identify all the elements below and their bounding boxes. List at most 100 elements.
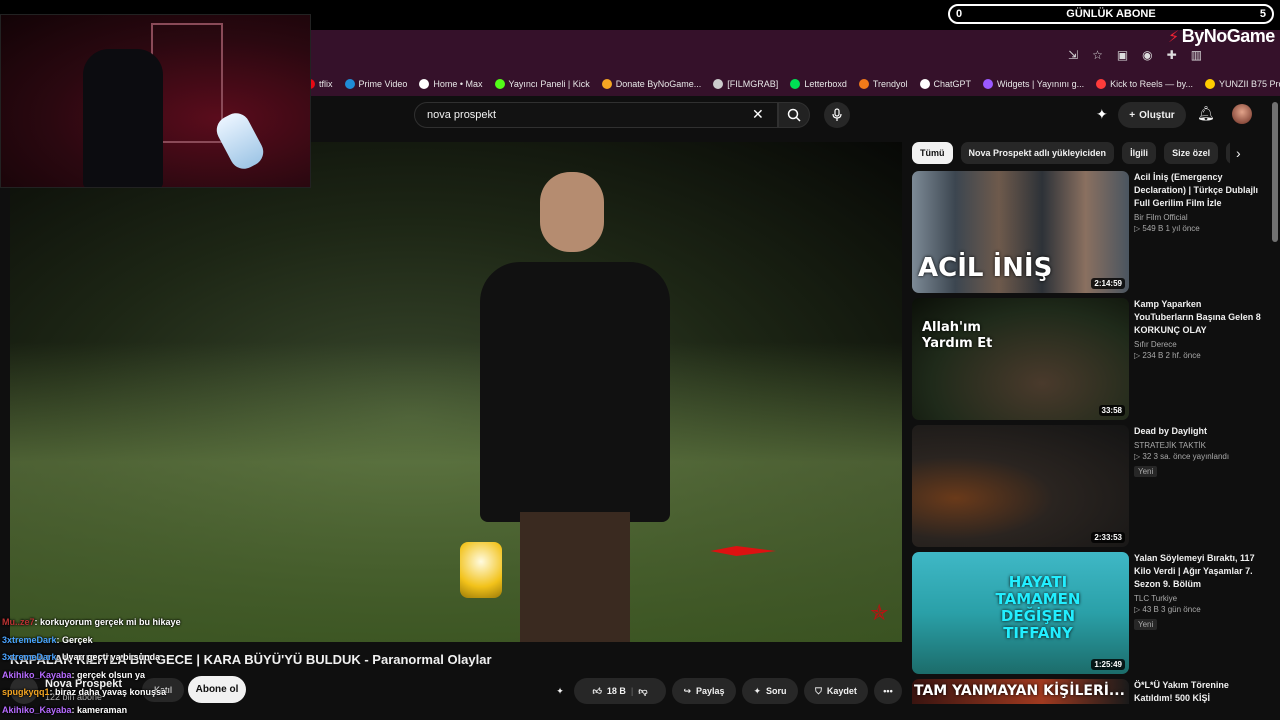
bookmark-item[interactable]: Prime Video xyxy=(344,78,407,89)
recommended-video[interactable]: 2:33:53 Dead by Daylight STRATEJİK TAKTİK ▷… xyxy=(912,425,1268,547)
recommended-video-title[interactable]: Yalan Söylemeyi Bıraktı, 117 Kilo Verdi … xyxy=(1134,552,1262,591)
video-thumbnail[interactable]: TAM YANMAYAN KİŞİLERİ... xyxy=(912,679,1129,704)
extension-icon-2[interactable]: ◉ xyxy=(1142,48,1152,62)
recommended-video-title[interactable]: Dead by Daylight xyxy=(1134,425,1262,438)
bookmark-icon: ⛉ xyxy=(815,685,822,696)
bookmark-favicon-icon xyxy=(790,78,801,89)
duration-badge: 2:14:59 xyxy=(1091,278,1125,289)
video-meta: Acil İniş (Emergency Declaration) | Türk… xyxy=(1134,171,1262,233)
puzzle-icon[interactable]: ✚ xyxy=(1167,48,1177,62)
bookmark-item[interactable]: ChatGPT xyxy=(919,78,972,89)
recommended-video-stats: ▷ 549 B 1 yıl önce xyxy=(1134,224,1200,233)
new-badge: Yeni xyxy=(1134,619,1158,630)
microphone-icon xyxy=(832,108,842,121)
chat-message: Akihiko_Kayaba: gerçek olsun ya xyxy=(2,667,302,685)
extension-star-icon[interactable]: ✦ xyxy=(1096,106,1108,123)
sidebar-icon[interactable]: ▥ xyxy=(1191,48,1202,62)
video-meta: Yalan Söylemeyi Bıraktı, 117 Kilo Verdi … xyxy=(1134,552,1262,632)
video-player[interactable]: ✯ xyxy=(10,142,902,642)
account-avatar[interactable] xyxy=(1232,104,1252,124)
save-button[interactable]: ⛉ Kaydet xyxy=(804,678,868,704)
streamer-webcam xyxy=(0,14,311,188)
recommended-channel-name[interactable]: Sıfır Derece xyxy=(1134,340,1262,349)
bookmark-label: ChatGPT xyxy=(933,78,972,89)
recommended-video-title[interactable]: Kamp Yaparken YouTuberların Başına Gelen… xyxy=(1134,298,1262,337)
sidebar-scrollbar[interactable] xyxy=(1272,102,1278,242)
bookmark-item[interactable]: Home • Max xyxy=(419,78,483,89)
chat-username: Akihiko_Kayaba xyxy=(2,669,72,680)
voice-search-button[interactable] xyxy=(824,102,850,128)
search-input-value: nova prospekt xyxy=(427,109,497,121)
bookmark-favicon-icon xyxy=(419,78,430,89)
filter-chip[interactable]: Tümü xyxy=(912,142,953,164)
bookmark-favicon-icon xyxy=(919,78,930,89)
more-icon: ••• xyxy=(883,686,893,696)
extension-action-icon[interactable]: ✦ xyxy=(548,678,572,704)
chat-text: biraz daha yavaş konuşsa xyxy=(55,687,167,698)
recommended-channel-name[interactable]: Bir Film Official xyxy=(1134,213,1262,222)
video-meta: Dead by Daylight STRATEJİK TAKTİK ▷ 32 3 s… xyxy=(1134,425,1262,479)
bookmark-item[interactable]: Donate ByNoGame... xyxy=(601,78,702,89)
recommended-channel-name[interactable]: STRATEJİK TAKTİK xyxy=(1134,441,1262,450)
bookmark-item[interactable]: Trendyol xyxy=(858,78,908,89)
chevron-right-icon[interactable]: › xyxy=(1236,145,1241,161)
bookmark-item[interactable]: YUNZII B75 Pro Me... xyxy=(1204,78,1280,89)
plus-icon: + xyxy=(1129,109,1136,121)
clear-search-icon[interactable]: ✕ xyxy=(752,106,764,123)
extension-icon[interactable]: ▣ xyxy=(1117,48,1128,62)
share-icon: ↪ xyxy=(683,685,691,696)
video-thumbnail[interactable]: Allah'ım Yardım Et 33:58 xyxy=(912,298,1129,420)
bookmark-item[interactable]: [FILMGRAB] xyxy=(713,78,779,89)
bookmark-favicon-icon xyxy=(494,78,505,89)
share-label: Paylaş xyxy=(696,686,725,696)
ask-button[interactable]: ✦ Soru xyxy=(742,678,798,704)
recommended-video[interactable]: HAYATI TAMAMEN DEĞİŞEN TIFFANY 1:25:49 Yal… xyxy=(912,552,1268,674)
recommended-video[interactable]: Allah'ım Yardım Et 33:58 Kamp Yaparken You… xyxy=(912,298,1268,420)
create-button[interactable]: + Oluştur xyxy=(1118,102,1186,128)
share-button[interactable]: ↪ Paylaş xyxy=(672,678,736,704)
search-input[interactable]: nova prospekt xyxy=(414,102,778,128)
more-actions-button[interactable]: ••• xyxy=(874,678,902,704)
bookmark-label: Donate ByNoGame... xyxy=(615,78,702,89)
create-label: Oluştur xyxy=(1139,109,1175,121)
bookmark-label: YUNZII B75 Pro Me... xyxy=(1218,78,1280,89)
recommended-video-title[interactable]: Acil İniş (Emergency Declaration) | Türk… xyxy=(1134,171,1262,210)
like-dislike-group: 👍︎ 18 B | 👎︎ xyxy=(574,678,666,704)
notifications-bell-icon[interactable]: 🔔︎ xyxy=(1197,105,1215,122)
bookmark-item[interactable]: Widgets | Yayınını g... xyxy=(983,78,1084,89)
bookmark-label: Letterboxd xyxy=(804,78,847,89)
recommended-channel-name[interactable]: TLC Turkiye xyxy=(1134,594,1262,603)
recommended-video[interactable]: TAM YANMAYAN KİŞİLERİ... Ö*L*Ü Yakım Töre… xyxy=(912,679,1268,704)
recommended-video-stats: ▷ 43 B 3 gün önce xyxy=(1134,605,1201,614)
bookmark-star-icon[interactable]: ☆ xyxy=(1092,48,1103,62)
thumbs-down-icon[interactable]: 👎︎ xyxy=(638,686,647,697)
bookmark-item[interactable]: Letterboxd xyxy=(790,78,847,89)
video-thumbnail[interactable]: 2:33:53 xyxy=(912,425,1129,547)
daily-subscriber-counter: 0 GÜNLÜK ABONE 5 xyxy=(948,4,1274,24)
search-button[interactable] xyxy=(778,102,810,128)
video-thumbnail[interactable]: ACİL İNİŞ 2:14:59 xyxy=(912,171,1129,293)
bookmark-item[interactable]: Yayıncı Paneli | Kick xyxy=(494,78,590,89)
chat-username: Mu..ze7 xyxy=(2,617,35,627)
chat-username: spugkyqq1 xyxy=(2,687,50,698)
filter-chip[interactable]: Nova Prospekt adlı yükleyiciden xyxy=(960,142,1115,164)
duration-badge: 33:58 xyxy=(1098,405,1125,416)
search-icon xyxy=(787,108,801,122)
filter-chip[interactable]: S xyxy=(1226,142,1230,164)
chat-message: Akihiko_Kayaba: kameraman xyxy=(2,702,302,720)
bookmark-label: [FILMGRAB] xyxy=(727,78,779,89)
filter-chip[interactable]: Size özel xyxy=(1164,142,1219,164)
new-badge: Yeni xyxy=(1134,466,1158,477)
like-button[interactable]: 👍︎ 18 B xyxy=(592,686,625,697)
filter-chip[interactable]: İlgili xyxy=(1122,142,1157,164)
install-icon[interactable]: ⇲ xyxy=(1068,48,1078,62)
person-legs xyxy=(520,512,630,642)
chat-username: 3xtremeDark xyxy=(2,652,57,663)
recommended-video-title[interactable]: Ö*L*Ü Yakım Törenine Katıldım! 500 KİŞİ xyxy=(1134,679,1262,705)
recommended-video[interactable]: ACİL İNİŞ 2:14:59 Acil İniş (Emergency Dec… xyxy=(912,171,1268,293)
bookmark-item[interactable]: Kick to Reels — by... xyxy=(1096,78,1193,89)
video-thumbnail[interactable]: HAYATI TAMAMEN DEĞİŞEN TIFFANY 1:25:49 xyxy=(912,552,1129,674)
thumbnail-text: ACİL İNİŞ xyxy=(918,253,1053,283)
bookmark-label: Home • Max xyxy=(433,78,483,89)
bookmark-favicon-icon xyxy=(713,78,724,89)
